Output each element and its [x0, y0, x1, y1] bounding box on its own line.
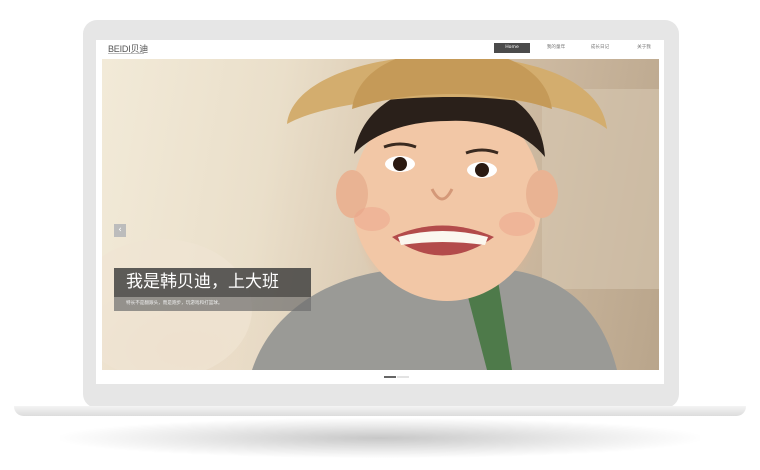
slide-prev-button[interactable]: ‹ [114, 224, 126, 237]
site-header: BEIDI贝迪 Home 我的童年 成长日记 关于我 [96, 40, 664, 58]
slider-dots [384, 376, 410, 378]
nav-item-home[interactable]: Home [494, 43, 530, 53]
logo-underline [108, 53, 144, 56]
slider-dot-1[interactable] [384, 376, 396, 378]
laptop-shadow [60, 418, 700, 458]
chevron-left-icon: ‹ [118, 225, 122, 235]
hero-subtitle: 特长不是翻跟头，而是跑步，玩游戏和打篮球。 [114, 297, 311, 311]
nav-item-diary[interactable]: 成长日记 [582, 43, 618, 53]
hero-photo [102, 59, 659, 370]
nav-item-childhood[interactable]: 我的童年 [538, 43, 574, 53]
laptop-screen: BEIDI贝迪 Home 我的童年 成长日记 关于我 ‹ 我是韩贝迪，上大班 特… [96, 40, 664, 384]
hero-slide: ‹ 我是韩贝迪，上大班 特长不是翻跟头，而是跑步，玩游戏和打篮球。 [102, 59, 659, 370]
slider-dot-2[interactable] [397, 376, 409, 378]
laptop-base [14, 406, 746, 416]
nav-item-about[interactable]: 关于我 [626, 43, 662, 53]
main-nav: Home 我的童年 成长日记 关于我 [494, 43, 664, 53]
hero-title: 我是韩贝迪，上大班 [114, 268, 311, 297]
